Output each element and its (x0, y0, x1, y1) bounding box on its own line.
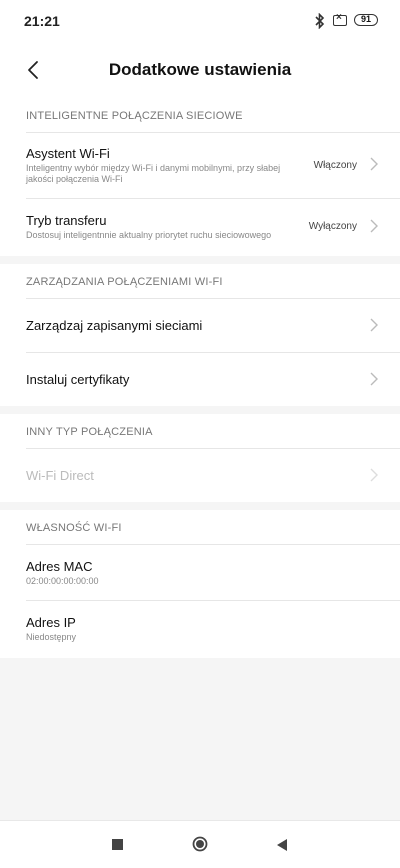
wifi-assistant-item[interactable]: Asystent Wi-Fi Inteligentny wybór między… (0, 132, 400, 198)
section-header: INNY TYP POŁĄCZENIA (26, 426, 153, 438)
item-subtitle-line2: jakości połączenia Wi-Fi (26, 174, 123, 184)
item-title: Adres MAC (26, 559, 93, 574)
item-title: Wi-Fi Direct (26, 468, 94, 483)
item-title: Asystent Wi-Fi (26, 146, 110, 161)
sim-disabled-icon: × (333, 12, 347, 26)
section-other-connection: INNY TYP POŁĄCZENIA Wi-Fi Direct (0, 414, 400, 502)
mac-address-item: Adres MAC 02:00:00:00:00:00 (0, 544, 400, 600)
chevron-right-icon (370, 318, 378, 332)
section-wifi-management: ZARZĄDZANIA POŁĄCZENIAMI WI-FI Zarządzaj… (0, 264, 400, 406)
ip-address-value: Niedostępny (26, 632, 77, 642)
section-wifi-properties: WŁASNOŚĆ WI-FI Adres MAC 02:00:00:00:00:… (0, 510, 400, 658)
chevron-right-icon (370, 468, 378, 482)
bluetooth-icon (315, 13, 325, 29)
item-title: Adres IP (26, 615, 76, 630)
item-subtitle: Dostosuj inteligentnnie aktualny prioryt… (26, 230, 272, 240)
status-time: 21:21 (24, 13, 60, 29)
item-status: Wyłączony (308, 221, 357, 232)
chevron-right-icon (370, 372, 378, 386)
status-bar: 21:21 × 91 (0, 0, 400, 44)
install-certificates-item[interactable]: Instaluj certyfikaty (0, 352, 400, 406)
item-title: Instaluj certyfikaty (26, 372, 130, 387)
manage-saved-networks-item[interactable]: Zarządzaj zapisanymi sieciami (0, 298, 400, 352)
home-circle-icon[interactable] (192, 836, 208, 852)
chevron-right-icon (370, 157, 378, 171)
section-header: ZARZĄDZANIA POŁĄCZENIAMI WI-FI (26, 276, 223, 288)
battery-icon: 91 (354, 14, 378, 26)
wifi-direct-item[interactable]: Wi-Fi Direct (0, 448, 400, 502)
page-title: Dodatkowe ustawienia (108, 60, 292, 79)
section-header: INTELIGENTNE POŁĄCZENIA SIECIOWE (26, 110, 243, 122)
recents-square-icon[interactable] (112, 839, 123, 850)
app-header: Dodatkowe ustawienia (0, 44, 400, 98)
section-smart-connections: INTELIGENTNE POŁĄCZENIA SIECIOWE Asysten… (0, 98, 400, 256)
item-status: Włączony (313, 160, 357, 171)
transfer-mode-item[interactable]: Tryb transferu Dostosuj inteligentnnie a… (0, 198, 400, 256)
item-title: Zarządzaj zapisanymi sieciami (26, 318, 203, 333)
item-subtitle: Inteligentny wybór między Wi-Fi i danymi… (26, 163, 281, 173)
back-triangle-icon[interactable] (276, 838, 288, 852)
ip-address-item: Adres IP Niedostępny (0, 600, 400, 658)
section-header: WŁASNOŚĆ WI-FI (26, 522, 122, 534)
mac-address-value: 02:00:00:00:00:00 (26, 576, 99, 586)
chevron-right-icon (370, 219, 378, 233)
navigation-bar (0, 820, 400, 868)
item-title: Tryb transferu (26, 213, 107, 228)
battery-level: 91 (360, 14, 371, 24)
